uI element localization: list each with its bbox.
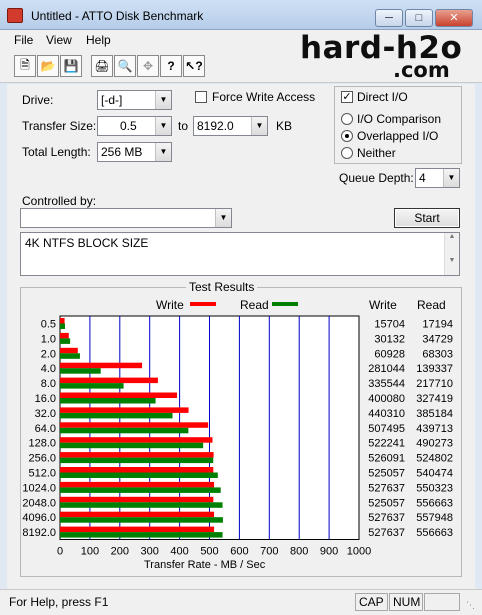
read-bar <box>60 532 223 538</box>
read-bar <box>60 353 80 359</box>
read-value: 540474 <box>416 467 453 479</box>
read-bar <box>60 323 66 329</box>
read-bar <box>60 517 223 523</box>
write-bar <box>60 318 65 324</box>
write-bar <box>60 392 178 398</box>
read-bar <box>60 457 214 464</box>
write-value: 15704 <box>374 318 405 330</box>
read-value: 68303 <box>422 348 453 360</box>
write-bar <box>60 511 215 518</box>
write-value: 281044 <box>368 363 405 375</box>
y-category-label: 2.0 <box>41 348 56 360</box>
x-tick-label: 500 <box>200 546 218 558</box>
write-value: 60928 <box>374 348 405 360</box>
y-category-label: 64.0 <box>35 423 56 435</box>
status-bar: For Help, press F1 CAP NUM ⋱ <box>0 589 482 615</box>
y-category-label: 0.5 <box>41 318 56 330</box>
y-category-label: 16.0 <box>35 393 56 405</box>
caps-indicator: CAP <box>355 593 388 611</box>
read-bar <box>60 412 173 419</box>
x-tick-label: 0 <box>57 546 63 558</box>
write-bar <box>60 481 215 488</box>
write-value: 527637 <box>368 512 405 524</box>
status-extra-panel <box>424 593 460 611</box>
write-bar <box>60 407 189 413</box>
results-chart: 0 100 200 300 400 500 600 700 800 900 1000 0.5 15704… <box>22 315 453 558</box>
read-bar <box>60 398 156 404</box>
read-value: 17194 <box>422 318 453 330</box>
read-value: 524802 <box>416 453 453 465</box>
write-value: 526091 <box>368 453 405 465</box>
write-value: 507495 <box>368 423 405 435</box>
y-category-label: 2048.0 <box>22 497 56 509</box>
x-tick-label: 600 <box>230 546 248 558</box>
write-bar <box>60 437 213 443</box>
read-value: 550323 <box>416 482 453 494</box>
y-category-label: 4096.0 <box>22 512 56 524</box>
y-category-label: 1024.0 <box>22 482 56 494</box>
x-tick-label: 900 <box>320 546 338 558</box>
write-value: 440310 <box>368 408 405 420</box>
status-help-text: For Help, press F1 <box>9 595 109 609</box>
x-axis-label: Transfer Rate - MB / Sec <box>144 559 266 571</box>
x-tick-label: 300 <box>141 546 159 558</box>
write-value: 522241 <box>368 438 405 450</box>
read-value: 327419 <box>416 393 453 405</box>
y-category-label: 4.0 <box>41 363 56 375</box>
read-bar <box>60 502 223 508</box>
write-bar <box>60 526 215 533</box>
read-bar <box>60 487 221 493</box>
y-category-label: 128.0 <box>28 438 56 450</box>
read-value: 439713 <box>416 423 453 435</box>
y-category-label: 8.0 <box>41 378 56 390</box>
x-tick-label: 1000 <box>347 546 371 558</box>
write-bar <box>60 332 69 339</box>
read-value: 556663 <box>416 527 453 539</box>
read-bar <box>60 427 189 434</box>
read-bar <box>60 383 124 389</box>
write-bar <box>60 362 143 369</box>
y-category-label: 1.0 <box>41 333 56 345</box>
read-value: 556663 <box>416 497 453 509</box>
read-bar <box>60 338 71 344</box>
write-bar <box>60 377 158 384</box>
x-tick-label: 400 <box>170 546 188 558</box>
write-bar <box>60 422 209 428</box>
x-tick-label: 700 <box>260 546 278 558</box>
read-value: 490273 <box>416 438 453 450</box>
write-value: 525057 <box>368 467 405 479</box>
y-category-label: 32.0 <box>35 408 56 420</box>
read-bar <box>60 472 218 478</box>
read-value: 34729 <box>422 333 453 345</box>
x-tick-label: 100 <box>81 546 99 558</box>
write-value: 527637 <box>368 527 405 539</box>
write-value: 30132 <box>374 333 405 345</box>
read-value: 557948 <box>416 512 453 524</box>
x-tick-label: 200 <box>111 546 129 558</box>
write-bar <box>60 347 78 354</box>
y-category-label: 512.0 <box>28 467 56 479</box>
resize-grip-icon[interactable]: ⋱ <box>466 600 475 611</box>
y-category-label: 8192.0 <box>22 527 56 539</box>
write-value: 335544 <box>368 378 405 390</box>
write-bar <box>60 467 214 473</box>
read-value: 139337 <box>416 363 453 375</box>
num-indicator: NUM <box>389 593 423 611</box>
x-tick-label: 800 <box>290 546 308 558</box>
write-value: 527637 <box>368 482 405 494</box>
write-value: 400080 <box>368 393 405 405</box>
read-bar <box>60 442 204 449</box>
read-bar <box>60 368 101 374</box>
write-bar <box>60 452 214 458</box>
read-value: 217710 <box>416 378 453 390</box>
read-value: 385184 <box>416 408 453 420</box>
write-value: 525057 <box>368 497 405 509</box>
y-category-label: 256.0 <box>28 453 56 465</box>
write-bar <box>60 496 214 503</box>
